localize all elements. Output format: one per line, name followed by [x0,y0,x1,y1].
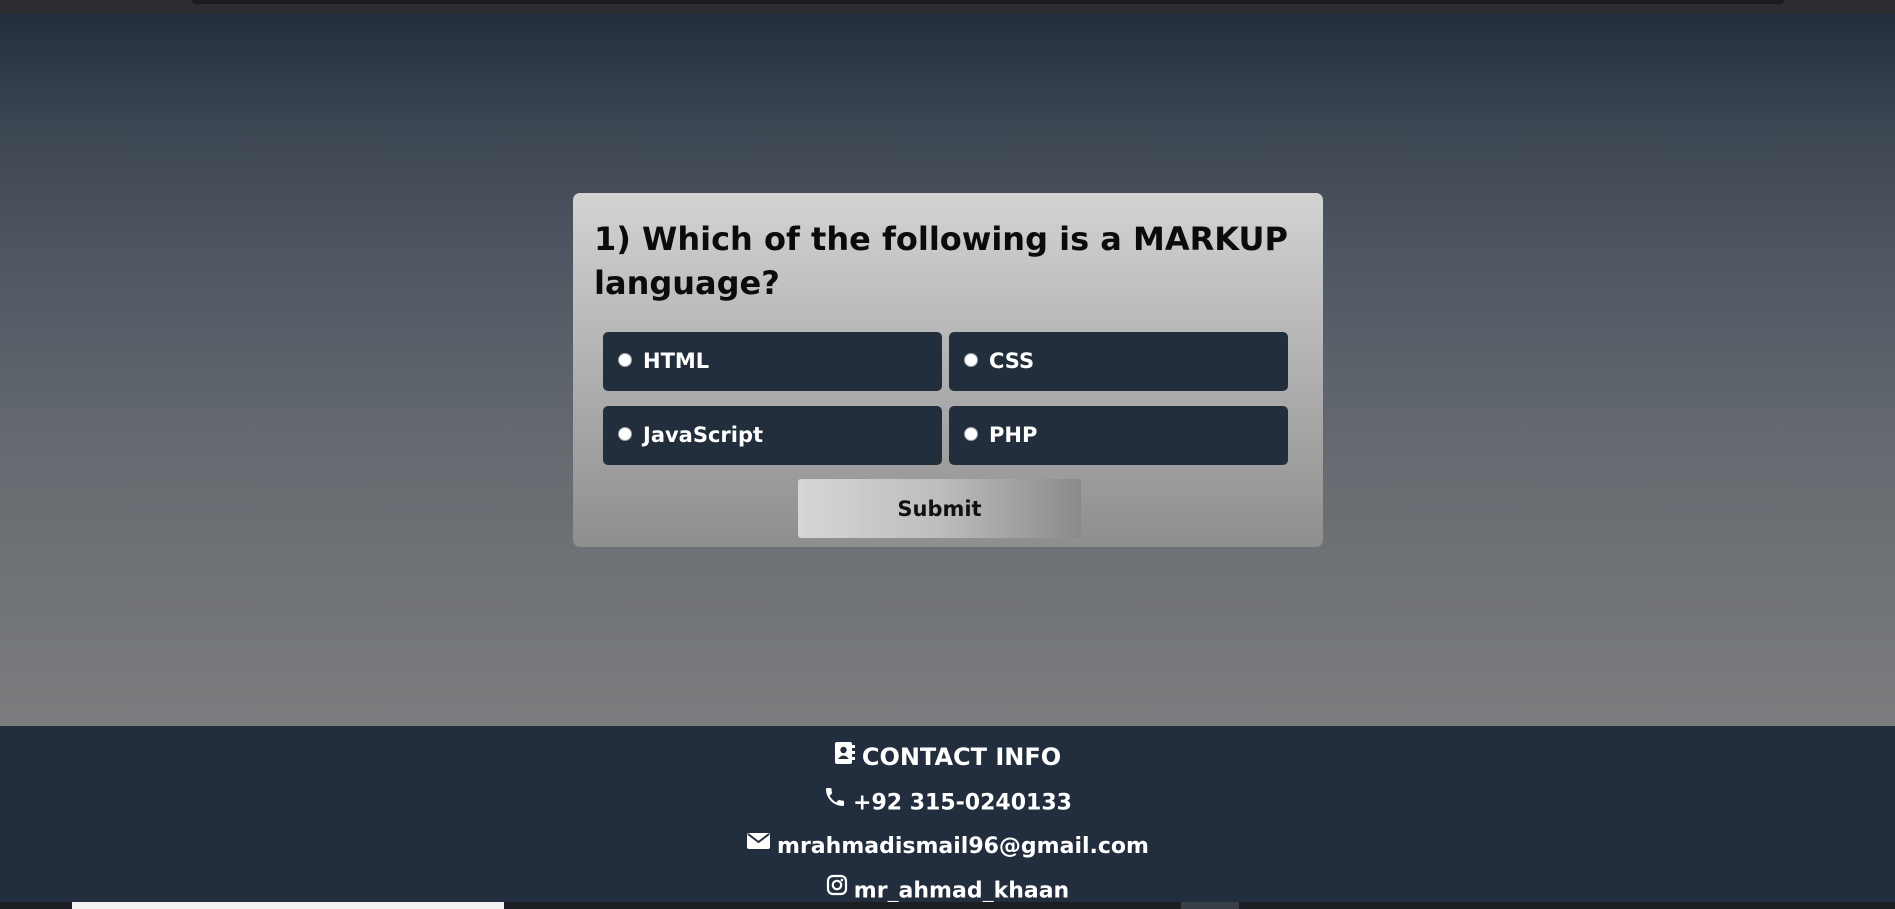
radio-javascript[interactable] [618,427,632,441]
option-javascript[interactable]: JavaScript [603,406,942,465]
radio-css[interactable] [964,353,978,367]
option-label: HTML [643,349,710,373]
option-label: JavaScript [643,423,764,447]
instagram-handle[interactable]: mr_ahmad_khaan [854,879,1069,904]
footer: CONTACT INFO +92 315-0240133 mrahmadisma… [0,726,1895,909]
quiz-card: 1) Which of the following is a MARKUP la… [573,193,1323,547]
phone-number: +92 315-0240133 [853,790,1072,816]
email-row: mrahmadismail96@gmail.com [0,832,1895,862]
submit-button[interactable]: Submit [798,479,1081,538]
bottom-white-element [72,902,504,909]
main-section: 1) Which of the following is a MARKUP la… [0,14,1895,726]
top-bar-shape [192,0,1784,4]
bottom-grey-element [1181,902,1239,909]
radio-php[interactable] [964,427,978,441]
instagram-icon [826,874,848,905]
option-label: CSS [989,349,1035,373]
contact-info-title: CONTACT INFO [861,743,1062,771]
phone-row: +92 315-0240133 [0,787,1895,820]
question-text: 1) Which of the following is a MARKUP la… [594,220,1288,302]
radio-html[interactable] [618,353,632,367]
contact-info-heading: CONTACT INFO [0,741,1895,774]
option-label: PHP [989,423,1038,447]
option-css[interactable]: CSS [949,332,1288,391]
phone-icon [823,785,847,818]
envelope-icon [746,830,771,860]
option-php[interactable]: PHP [949,406,1288,465]
contact-book-icon [834,741,856,772]
email-address[interactable]: mrahmadismail96@gmail.com [777,834,1149,859]
option-html[interactable]: HTML [603,332,942,391]
browser-top-strip [0,0,1895,14]
